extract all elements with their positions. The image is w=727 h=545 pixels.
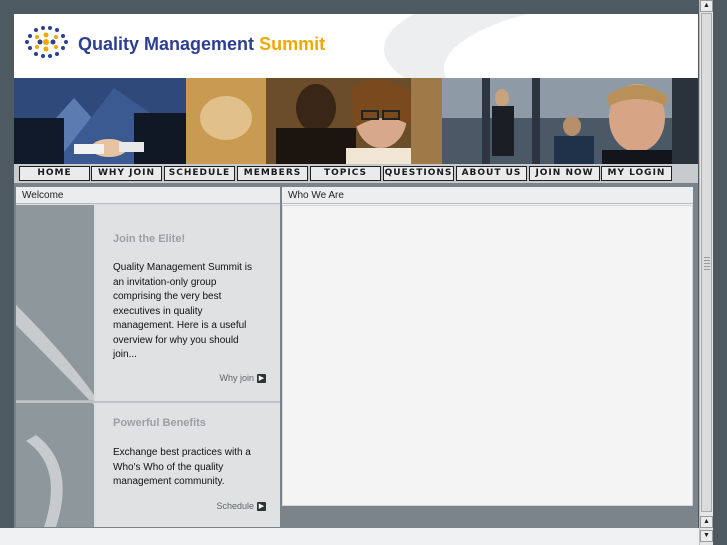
header-banner-photos — [14, 78, 698, 165]
card-heading: Powerful Benefits — [113, 417, 206, 429]
site-header: Quality Management Summit — [14, 14, 698, 78]
scroll-down-arrow-icon[interactable]: ▼ — [700, 530, 713, 542]
why-join-link[interactable]: Why join ▶ — [219, 373, 266, 383]
site-logo-text[interactable]: Quality Management Summit — [78, 34, 325, 55]
business-meeting-photo — [186, 78, 442, 165]
dotted-globe-icon — [25, 26, 68, 58]
nav-schedule[interactable]: Schedule — [164, 166, 235, 181]
card-powerful-benefits: Powerful Benefits Exchange best practice… — [96, 403, 280, 527]
link-label: Schedule — [216, 501, 254, 511]
card-heading: Join the Elite! — [113, 233, 186, 245]
card-join-elite: Join the Elite! Quality Management Summi… — [96, 205, 280, 401]
schedule-link[interactable]: Schedule ▶ — [216, 501, 266, 511]
logo-name-accent: Summit — [259, 34, 326, 54]
handshake-photo — [14, 78, 186, 165]
decorative-curve-graphic — [16, 205, 94, 527]
nav-about-us[interactable]: About Us — [456, 166, 527, 181]
welcome-panel: Welcome Join the Elite! Quality Manageme… — [16, 187, 280, 527]
vertical-scrollbar[interactable]: ▲ ▲ ▼ — [699, 0, 713, 545]
main-nav: Home Why Join Schedule Members Topics Qu… — [14, 164, 698, 183]
arrow-right-icon: ▶ — [257, 501, 266, 511]
footer-strip — [0, 528, 699, 545]
main-content: Welcome Join the Elite! Quality Manageme… — [14, 183, 698, 528]
decorative-side-strip — [16, 205, 94, 527]
nav-join-now[interactable]: Join Now — [529, 166, 600, 181]
card-text: Quality Management Summit is an invitati… — [113, 262, 252, 360]
scroll-up-arrow-icon[interactable]: ▲ — [700, 516, 713, 528]
scrollbar-grip-icon — [704, 257, 710, 271]
link-label: Why join — [219, 373, 254, 383]
who-we-are-body — [282, 205, 693, 506]
scrollbar-thumb[interactable] — [701, 13, 712, 512]
nav-why-join[interactable]: Why Join — [91, 166, 162, 181]
logo-name-primary: Quality Management — [78, 34, 255, 54]
nav-my-login[interactable]: My Login — [601, 166, 672, 181]
who-we-are-title: Who We Are — [282, 187, 693, 204]
nav-questions[interactable]: Questions — [383, 166, 454, 181]
welcome-panel-title: Welcome — [16, 187, 280, 204]
who-we-are-panel: Who We Are — [282, 187, 693, 506]
nav-topics[interactable]: Topics — [310, 166, 381, 181]
page: Quality Management Summit HOME WHY JOIN … — [0, 0, 727, 545]
arrow-right-icon: ▶ — [257, 373, 266, 383]
nav-members[interactable]: Members — [237, 166, 308, 181]
executives-photo — [442, 78, 698, 165]
card-text: Exchange best practices with a Who's Who… — [113, 447, 251, 487]
nav-home[interactable]: Home — [19, 166, 90, 181]
scroll-up-arrow-icon[interactable]: ▲ — [700, 0, 713, 12]
